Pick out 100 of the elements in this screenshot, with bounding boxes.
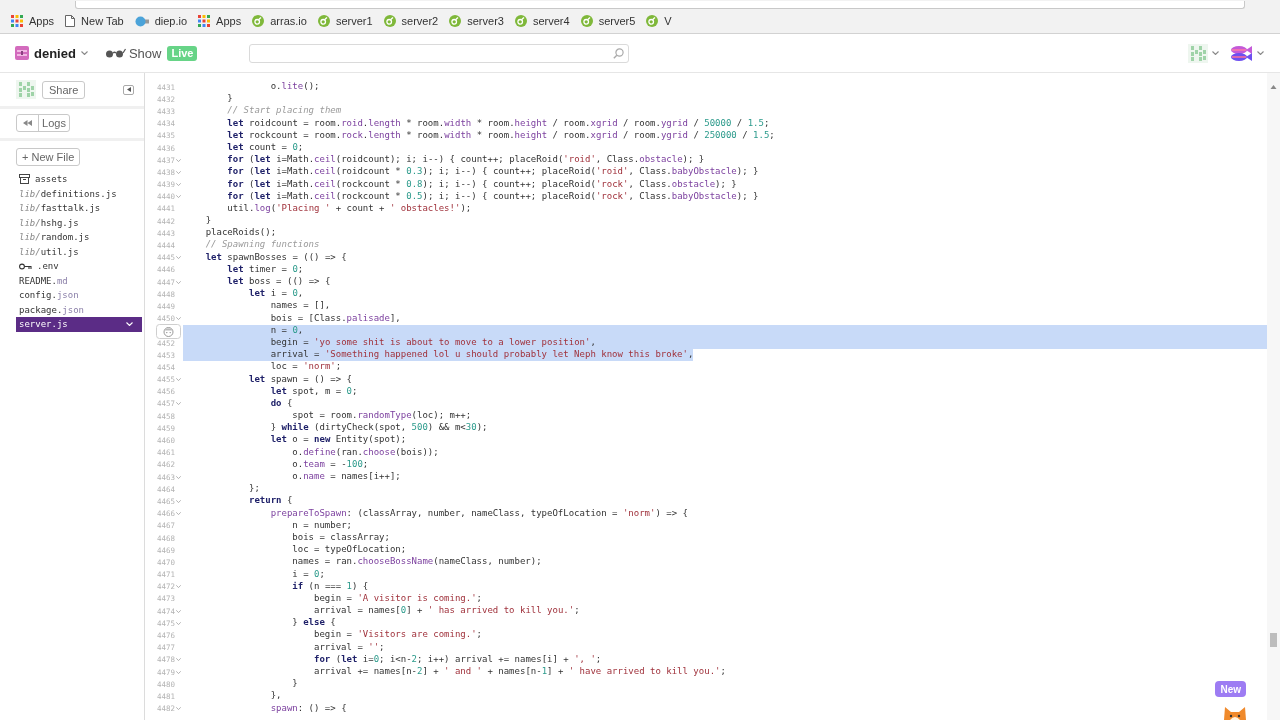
fold-chevron-icon[interactable] xyxy=(176,402,181,406)
code-line: o.lite(); xyxy=(270,81,320,93)
triangle-left-icon xyxy=(126,87,131,92)
file-item[interactable]: .env xyxy=(16,259,142,274)
page-icon xyxy=(65,15,76,27)
file-item[interactable]: lib/util.js xyxy=(16,244,142,259)
fish-icon xyxy=(1229,44,1253,62)
code-line: let roidcount = room.roid.length * room.width * room.height / room.xgrid / room.ygrid / 50000 / 1.5; xyxy=(227,117,770,130)
code-line: o.team = -100; xyxy=(292,458,369,471)
fold-chevron-icon[interactable] xyxy=(176,280,181,284)
bookmark-link[interactable]: V xyxy=(646,15,672,27)
code-line: bois = classArray; xyxy=(292,531,390,544)
file-item[interactable]: lib/hshg.js xyxy=(16,215,142,230)
fold-chevron-icon[interactable] xyxy=(176,378,181,382)
bookmark-link[interactable]: server2 xyxy=(383,15,439,27)
code-line: do { xyxy=(270,397,293,410)
code-line: if (n === 1) { xyxy=(292,580,369,593)
file-item[interactable]: README.md xyxy=(16,273,142,288)
code-line: let boss = (() => { xyxy=(227,276,331,288)
caret-down-icon xyxy=(80,51,88,55)
code-line: arrival = ''; xyxy=(314,641,385,654)
caret-down-icon xyxy=(1257,51,1264,55)
code-line: let spawnBosses = (() => { xyxy=(205,251,347,264)
round-logo-icon xyxy=(580,15,593,27)
fold-chevron-icon[interactable] xyxy=(176,158,181,162)
fold-chevron-icon[interactable] xyxy=(176,585,181,589)
bookmark-link[interactable]: Apps xyxy=(198,15,242,27)
logs-button[interactable]: Logs xyxy=(16,114,70,132)
address-bar[interactable] xyxy=(75,1,1245,9)
code-line: let spot, m = 0; xyxy=(270,385,358,398)
bookmark-link[interactable]: arras.io xyxy=(252,15,307,27)
code-line: } while (dirtyCheck(spot, 500) && m<30); xyxy=(270,422,488,435)
code-line: for (let i=0; i<n-2; i++) arrival += names[i] + ', '; xyxy=(314,653,602,666)
pixel-logo-icon xyxy=(16,80,36,99)
fold-chevron-icon[interactable] xyxy=(176,512,181,516)
team-menu-button[interactable] xyxy=(1229,44,1264,62)
code-line: placeRoids(); xyxy=(205,227,277,240)
round-logo-icon xyxy=(252,15,265,27)
fold-chevron-icon[interactable] xyxy=(176,195,181,199)
search-icon xyxy=(613,47,625,59)
round-logo-icon xyxy=(514,15,527,27)
file-item[interactable]: lib/definitions.js xyxy=(16,186,142,201)
code-line: loc = typeOfLocation; xyxy=(292,544,407,557)
key-icon xyxy=(19,262,32,270)
fold-chevron-icon[interactable] xyxy=(176,707,181,711)
circle-barrel-icon xyxy=(134,15,149,27)
file-item[interactable]: package.json xyxy=(16,302,142,317)
code-line: let timer = 0; xyxy=(227,263,304,276)
file-item[interactable]: lib/random.js xyxy=(16,230,142,245)
code-line: }, xyxy=(270,690,282,703)
bookmark-link[interactable]: diep.io xyxy=(134,15,188,27)
bookmark-link[interactable]: server3 xyxy=(449,15,504,27)
archive-box-icon xyxy=(19,174,30,185)
fold-chevron-icon[interactable] xyxy=(176,621,181,625)
code-line: } xyxy=(227,93,233,106)
live-badge: Live xyxy=(167,45,198,61)
glasses-icon xyxy=(104,48,126,58)
fold-chevron-icon[interactable] xyxy=(176,609,181,613)
bookmark-link[interactable]: Apps xyxy=(11,15,55,27)
code-line: } else { xyxy=(292,617,336,630)
code-line: loc = 'norm'; xyxy=(270,361,342,374)
code-line: n = number; xyxy=(292,519,352,532)
fold-chevron-icon[interactable] xyxy=(176,170,181,174)
vertical-scrollbar[interactable] xyxy=(1267,73,1280,720)
fold-chevron-icon[interactable] xyxy=(176,499,181,503)
fold-chevron-icon[interactable] xyxy=(176,317,181,321)
code-line: for (let i=Math.ceil(rockcount * 0.5); i; i--) { count++; placeRoid('rock', Class.babyObstacle); } xyxy=(227,190,759,203)
fold-chevron-icon[interactable] xyxy=(176,183,181,187)
code-line: arrival += names[n-2] + ' and ' + names[n-1] + ' have arrived to kill you.'; xyxy=(314,666,726,678)
collapse-sidebar-button[interactable] xyxy=(123,84,134,95)
fold-chevron-icon[interactable] xyxy=(176,670,181,674)
project-icon xyxy=(15,46,29,60)
bookmark-link[interactable]: New Tab xyxy=(65,15,124,27)
new-file-button[interactable]: + New File xyxy=(16,148,81,166)
apps-grid-icon xyxy=(198,15,211,27)
code-line: } xyxy=(292,678,298,691)
code-line: prepareToSpawn: (classArray, number, nameClass, typeOfLocation = 'norm') => { xyxy=(270,507,688,520)
code-line: return { xyxy=(249,495,293,508)
bookmark-link[interactable]: server5 xyxy=(580,15,636,27)
code-line: names = ran.chooseBossName(nameClass, number); xyxy=(292,556,542,569)
round-logo-icon xyxy=(317,15,330,27)
share-button[interactable]: Share xyxy=(42,80,86,99)
code-line: names = [], xyxy=(270,300,331,313)
bookmark-link[interactable]: server4 xyxy=(514,15,570,27)
code-line: }; xyxy=(249,483,260,496)
fold-chevron-icon[interactable] xyxy=(176,256,181,260)
show-button[interactable]: Show xyxy=(104,45,162,61)
project-menu-button[interactable]: denied xyxy=(15,45,88,61)
file-item[interactable]: server.js xyxy=(16,317,142,332)
code-line: // Start placing them xyxy=(227,105,342,118)
file-item[interactable]: config.json xyxy=(16,288,142,303)
pixel-avatar-icon xyxy=(1188,43,1208,63)
search-field[interactable] xyxy=(249,43,630,63)
file-item[interactable]: assets xyxy=(16,172,142,187)
fold-chevron-icon[interactable] xyxy=(176,658,181,662)
user-menu-button[interactable] xyxy=(1188,43,1219,63)
fold-chevron-icon[interactable] xyxy=(176,475,181,479)
code-line: let spawn = () => { xyxy=(249,373,352,386)
bookmark-link[interactable]: server1 xyxy=(317,15,373,27)
file-item[interactable]: lib/fasttalk.js xyxy=(16,201,142,216)
